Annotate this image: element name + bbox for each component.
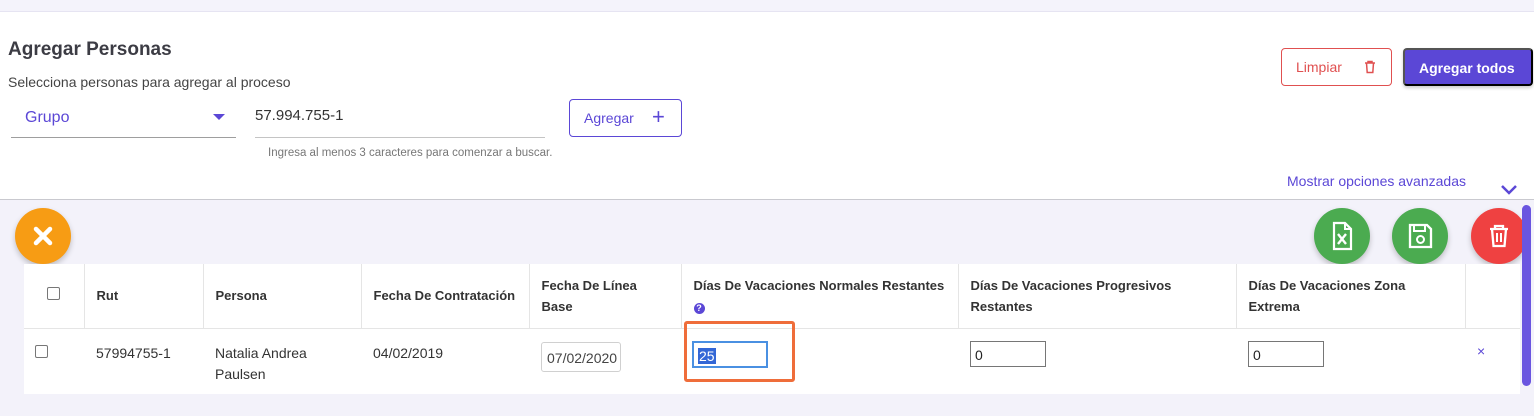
search-input[interactable]: 57.994.755-1: [255, 96, 545, 138]
row-checkbox[interactable]: [35, 344, 48, 358]
cell-fecha-linea-base: 07/02/2020: [529, 328, 681, 394]
close-fab-button[interactable]: [15, 208, 71, 264]
export-excel-button[interactable]: [1314, 208, 1370, 264]
select-all-checkbox[interactable]: [47, 287, 61, 301]
cell-rut: 57994755-1: [96, 344, 171, 361]
column-header-dias-progresivos[interactable]: Días De Vacaciones Progresivos Restantes: [958, 264, 1237, 329]
caret-down-icon: [213, 114, 225, 120]
advanced-options-link[interactable]: Mostrar opciones avanzadas: [1287, 173, 1466, 189]
add-button[interactable]: Agregar +: [569, 99, 682, 137]
page-title: Agregar Personas: [8, 39, 172, 60]
excel-icon: [1332, 221, 1353, 251]
add-button-label: Agregar: [584, 110, 634, 126]
select-all-cell: [24, 264, 85, 329]
column-header-dias-zona-extrema[interactable]: Días De Vacaciones Zona Extrema: [1236, 264, 1466, 329]
page-subtitle: Selecciona personas para agregar al proc…: [8, 74, 291, 90]
clear-button[interactable]: Limpiar: [1281, 48, 1392, 86]
column-header-dias-normales-label: Días De Vacaciones Normales Restantes: [693, 277, 945, 293]
cell-dias-progresivos: 0: [958, 328, 1236, 394]
top-band: [0, 0, 1534, 12]
column-header-persona[interactable]: Persona: [203, 264, 362, 329]
search-input-value: 57.994.755-1: [255, 107, 344, 124]
column-header-dias-normales[interactable]: Días De Vacaciones Normales Restantes ?: [681, 264, 959, 329]
help-icon[interactable]: ?: [693, 302, 705, 314]
trash-icon: [1490, 224, 1508, 248]
vertical-scrollbar[interactable]: [1522, 205, 1531, 386]
column-header-fecha-linea-base[interactable]: Fecha De Línea Base: [529, 264, 682, 329]
cell-actions: ×: [1465, 328, 1520, 394]
baseline-date-input[interactable]: 07/02/2020: [541, 341, 621, 372]
cell-dias-zona-extrema: 0: [1236, 328, 1465, 394]
progressive-vacation-days-input[interactable]: 0: [970, 340, 1046, 367]
column-header-actions: [1465, 264, 1520, 329]
add-all-button-label: Agregar todos: [1419, 60, 1515, 76]
highlight-box: [684, 321, 795, 382]
search-hint: Ingresa al menos 3 caracteres para comen…: [268, 147, 553, 159]
save-button[interactable]: [1392, 208, 1448, 264]
column-header-fecha-contratacion[interactable]: Fecha De Contratación: [361, 264, 530, 329]
add-all-button[interactable]: Agregar todos: [1403, 48, 1533, 86]
close-icon: [33, 226, 53, 246]
save-icon: [1408, 223, 1433, 249]
group-select[interactable]: Grupo: [11, 96, 236, 138]
chevron-down-icon[interactable]: [1500, 184, 1518, 196]
cell-persona: Natalia Andrea Paulsen: [215, 344, 307, 382]
cell-fecha-contratacion: 04/02/2019: [373, 344, 444, 361]
row-select-cell: [24, 328, 84, 394]
add-people-panel: Agregar Personas Selecciona personas par…: [0, 12, 1534, 200]
table-header-row: Rut Persona Fecha De Contratación Fecha …: [24, 264, 1520, 329]
column-header-rut[interactable]: Rut: [84, 264, 204, 329]
delete-button[interactable]: [1471, 208, 1527, 264]
clear-button-label: Limpiar: [1296, 59, 1342, 75]
group-select-value: Grupo: [25, 109, 70, 126]
remove-row-icon[interactable]: ×: [1477, 343, 1485, 359]
plus-icon: +: [652, 104, 665, 129]
extreme-zone-vacation-days-input[interactable]: 0: [1248, 340, 1324, 367]
trash-icon: [1365, 60, 1375, 74]
